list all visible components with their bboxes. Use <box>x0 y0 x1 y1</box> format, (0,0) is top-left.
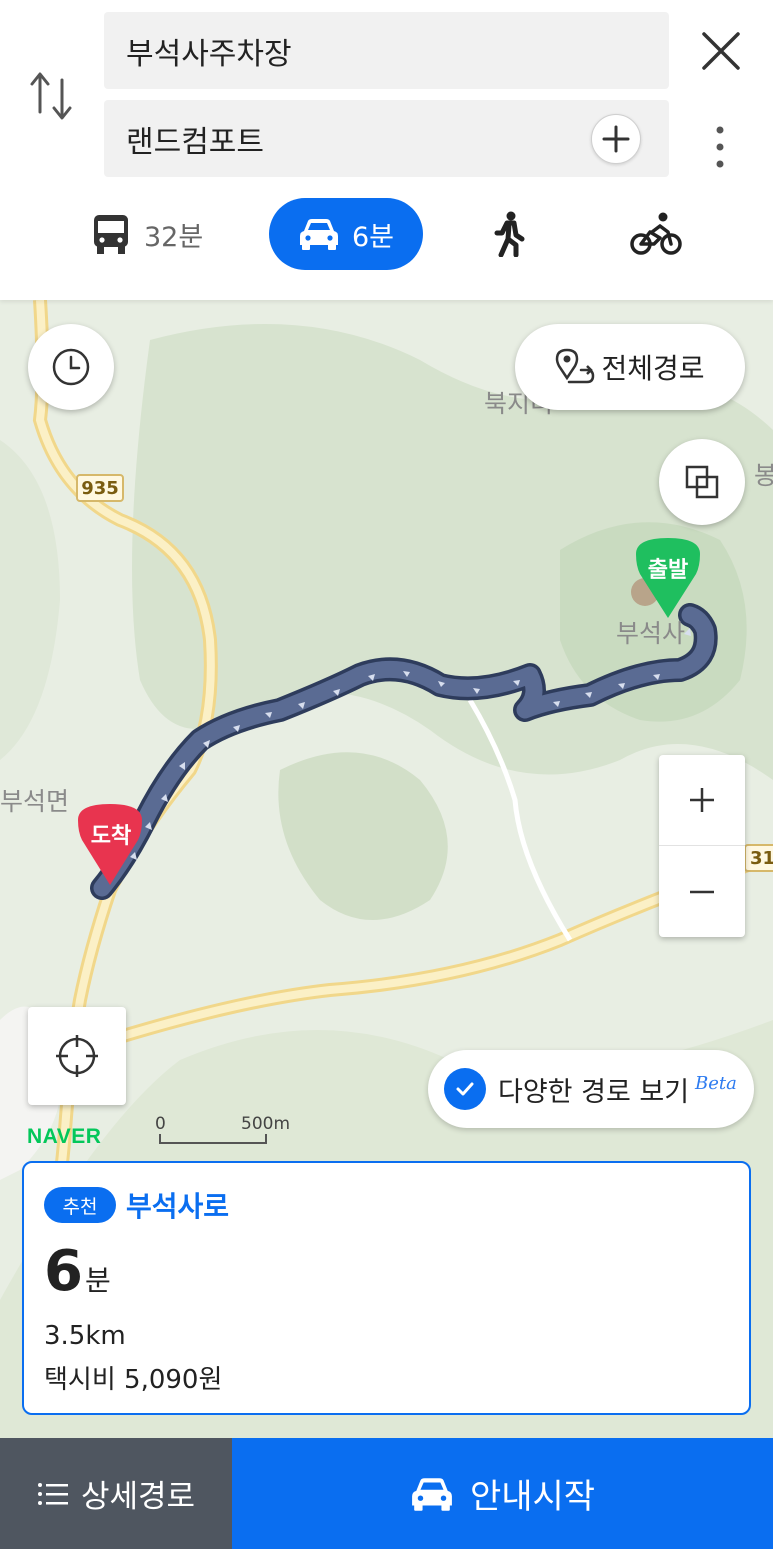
beta-badge: Beta <box>695 1072 737 1094</box>
walk-icon <box>494 211 525 257</box>
tab-walk[interactable] <box>493 198 525 270</box>
map-layers-button[interactable] <box>659 439 745 525</box>
place-label-buseoksa: 부석사 <box>616 619 686 648</box>
route-distance: 3.5km <box>44 1321 126 1351</box>
zoom-out-button[interactable] <box>659 846 745 937</box>
route-summary-card[interactable]: 추천 부석사로 6 분 3.5km 택시비 5,090원 <box>22 1161 751 1415</box>
detail-route-label: 상세경로 <box>80 1479 196 1515</box>
origin-text: 부석사주차장 <box>126 36 292 72</box>
check-icon <box>444 1068 486 1110</box>
layers-icon <box>685 465 719 499</box>
scale-bar <box>159 1134 267 1144</box>
tab-car-label: 6분 <box>351 221 395 253</box>
route-search-header: 부석사주차장 랜드컴포트 32분 6분 <box>0 0 773 300</box>
minus-icon <box>690 890 714 893</box>
variety-routes-label: 다양한 경로 보기 <box>498 1076 690 1108</box>
tab-bus[interactable]: 32분 <box>92 198 203 270</box>
duration-unit: 분 <box>84 1264 111 1297</box>
tab-car[interactable]: 6분 <box>269 198 423 270</box>
naver-logo: NAVER <box>27 1125 102 1148</box>
car-icon <box>299 219 338 250</box>
taxi-fare: 택시비 5,090원 <box>44 1365 223 1395</box>
current-location-button[interactable] <box>28 1007 126 1105</box>
duration-value: 6 <box>44 1239 83 1304</box>
route-duration: 6 분 <box>44 1239 111 1304</box>
plus-icon <box>602 125 630 153</box>
scale-zero: 0 <box>155 1114 166 1134</box>
route-pin-icon <box>556 348 595 384</box>
road-number-31: 31 <box>744 844 773 872</box>
full-route-label: 전체경로 <box>601 352 705 385</box>
full-route-button[interactable]: 전체경로 <box>515 324 745 410</box>
map-scale: 0 500m <box>155 1112 295 1146</box>
tab-bus-label: 32분 <box>144 221 204 253</box>
more-options-icon[interactable] <box>706 124 734 170</box>
plus-icon <box>690 788 714 812</box>
swap-icon[interactable] <box>28 68 76 124</box>
car-icon <box>412 1477 452 1511</box>
bus-icon <box>94 215 128 254</box>
departure-time-button[interactable] <box>28 324 114 410</box>
bicycle-icon <box>630 212 682 255</box>
crosshair-icon <box>56 1035 98 1077</box>
origin-field[interactable]: 부석사주차장 <box>104 12 669 89</box>
place-label-buseokmyeon: 부석면 <box>0 787 70 816</box>
scale-distance: 500m <box>241 1114 291 1134</box>
variety-routes-toggle[interactable]: 다양한 경로 보기 Beta <box>428 1050 754 1128</box>
start-pin-label: 출발 <box>647 558 689 583</box>
start-navigation-button[interactable]: 안내시작 <box>232 1438 773 1549</box>
place-label-bong: 봉 <box>754 461 773 490</box>
clock-icon <box>52 348 90 386</box>
tab-bike[interactable] <box>630 198 682 270</box>
zoom-in-button[interactable] <box>659 755 745 846</box>
detail-route-button[interactable]: 상세경로 <box>0 1438 232 1549</box>
start-navigation-label: 안내시작 <box>469 1477 596 1517</box>
route-name: 부석사로 <box>126 1190 230 1223</box>
add-waypoint-button[interactable] <box>591 114 641 164</box>
zoom-control <box>659 755 745 937</box>
recommended-badge: 추천 <box>44 1187 116 1223</box>
close-icon[interactable] <box>700 30 742 72</box>
end-pin-label: 도착 <box>90 824 132 849</box>
destination-field[interactable]: 랜드컴포트 <box>104 100 669 177</box>
transport-mode-tabs: 32분 6분 <box>0 198 773 272</box>
road-number-935: 935 <box>76 474 124 502</box>
list-icon <box>37 1482 68 1505</box>
bottom-action-bar: 상세경로 안내시작 <box>0 1438 773 1549</box>
destination-text: 랜드컴포트 <box>126 124 264 160</box>
